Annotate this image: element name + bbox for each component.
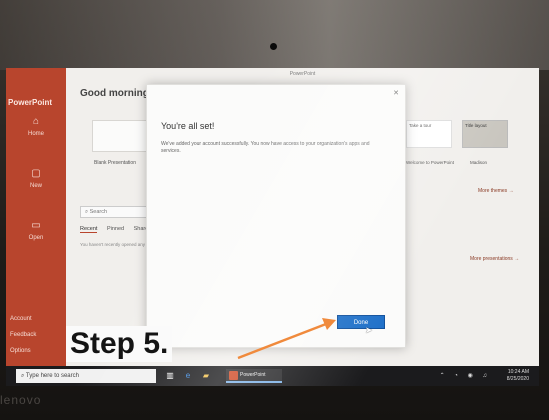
background-reflection — [0, 0, 549, 70]
taskbar-time: 10:24 AM — [507, 369, 529, 375]
greeting-heading: Good morning — [80, 88, 149, 99]
sidebar-item-new[interactable]: ▢ New — [6, 168, 66, 189]
photo-frame: PowerPoint ⌂ Home ▢ New ▭ Open Account F… — [0, 0, 549, 420]
step-label: Step 5. — [66, 326, 173, 362]
sidebar-item-label: New — [29, 183, 42, 189]
sidebar-item-home[interactable]: ⌂ Home — [6, 116, 66, 137]
taskbar-search-placeholder: Type here to search — [25, 373, 79, 379]
more-themes-link[interactable]: More themes → — [478, 188, 514, 194]
sidebar-item-open[interactable]: ▭ Open — [6, 220, 66, 241]
sidebar-item-account[interactable]: Account — [10, 316, 32, 322]
taskbar-search-input[interactable]: ⌕ Type here to search — [16, 369, 156, 383]
dialog-title: You're all set! — [161, 121, 215, 131]
sidebar-item-options[interactable]: Options — [10, 348, 31, 354]
sidebar-item-feedback[interactable]: Feedback — [10, 332, 36, 338]
task-view-icon[interactable]: ▥ — [164, 370, 176, 382]
search-input[interactable]: ⌕ Search — [80, 206, 150, 218]
blank-presentation-label: Blank Presentation — [94, 160, 136, 166]
system-tray-icons[interactable]: ⌃ ◔ ◉ ♫ — [440, 372, 491, 379]
taskbar-app-label: PowerPoint — [240, 372, 266, 378]
powerpoint-icon — [229, 371, 238, 380]
template-label: Madison — [470, 160, 488, 165]
more-presentations-link[interactable]: More presentations → — [470, 256, 519, 262]
mouse-cursor-icon: ➤ — [365, 325, 373, 335]
tab-pinned[interactable]: Pinned — [107, 226, 124, 232]
webcam — [270, 43, 277, 50]
app-name: PowerPoint — [8, 98, 53, 107]
search-placeholder: Search — [89, 209, 108, 215]
file-explorer-icon[interactable]: ▰ — [200, 370, 212, 382]
powerpoint-sidebar: PowerPoint ⌂ Home ▢ New ▭ Open Account F… — [6, 68, 66, 366]
tab-recent[interactable]: Recent — [80, 226, 98, 233]
template-thumbnail[interactable]: Take a tour — [406, 120, 452, 148]
taskbar-powerpoint-button[interactable]: PowerPoint — [226, 369, 282, 383]
done-button[interactable]: Done — [337, 315, 385, 329]
window-title: PowerPoint — [289, 71, 316, 77]
dialog-body: We've added your account successfully. Y… — [161, 141, 370, 154]
sidebar-item-label: Open — [28, 235, 44, 241]
template-label: Welcome to PowerPoint — [406, 160, 454, 165]
new-file-icon: ▢ — [31, 168, 41, 179]
template-thumbnail[interactable]: Title layout — [462, 120, 508, 148]
windows-taskbar: ⌕ Type here to search ▥ e ▰ PowerPoint ⌃… — [6, 366, 539, 386]
folder-open-icon: ▭ — [31, 220, 41, 231]
taskbar-date: 8/25/2020 — [506, 376, 529, 382]
close-icon[interactable]: ✕ — [393, 89, 399, 97]
sidebar-item-label: Home — [27, 131, 44, 137]
blank-presentation-thumbnail[interactable] — [92, 120, 148, 152]
laptop-brand-logo: lenovo — [0, 393, 42, 407]
account-added-dialog: ✕ You're all set! We've added your accou… — [146, 84, 406, 348]
taskbar-clock[interactable]: 10:24 AM 8/25/2020 — [507, 369, 529, 383]
edge-browser-icon[interactable]: e — [182, 370, 194, 382]
home-icon: ⌂ — [32, 116, 40, 127]
